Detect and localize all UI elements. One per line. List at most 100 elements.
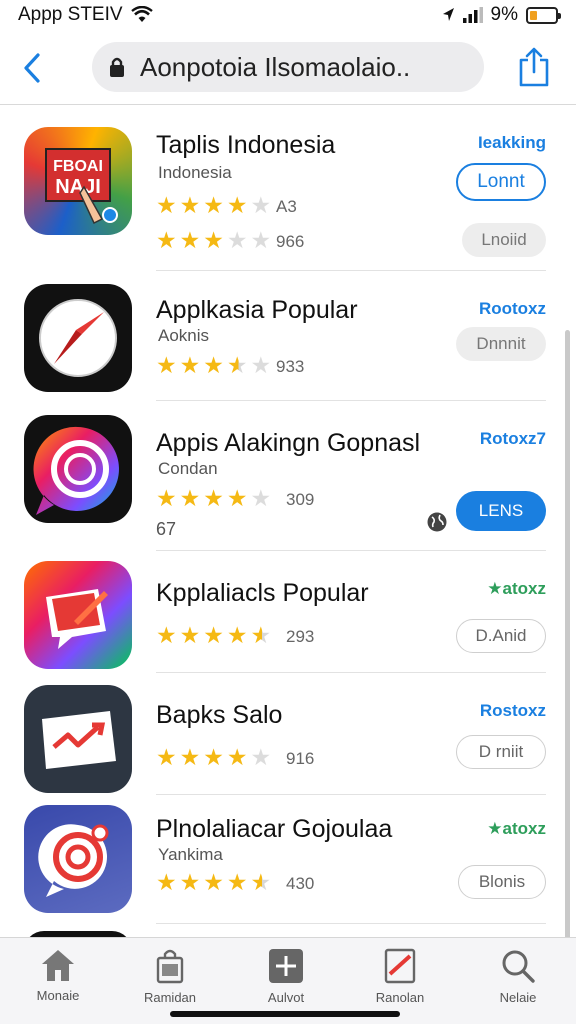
get-button[interactable]: Lonnt	[456, 163, 546, 201]
star-icon: ★	[203, 869, 224, 895]
rank-label: ★atoxz	[487, 579, 546, 598]
tab-label: Nelaie	[499, 990, 537, 1005]
app-subtitle: Indonesia	[158, 163, 232, 182]
tab-add[interactable]: Aulvot	[236, 948, 336, 1005]
star-rating: ★ ★ ★ ★ ★	[156, 487, 271, 510]
star-icon: ★	[156, 744, 177, 770]
divider	[156, 923, 546, 924]
tab-label: Aulvot	[267, 990, 305, 1005]
scrollbar[interactable]	[565, 330, 570, 937]
status-bar: Appp STEIV 9%	[0, 0, 576, 30]
carrier-label: Appp STEIV	[18, 4, 123, 25]
rating-count: 430	[286, 874, 315, 893]
star-icon: ★	[250, 227, 272, 253]
download-button[interactable]: Blonis	[458, 865, 546, 899]
star-icon: ★	[226, 227, 248, 253]
star-icon: ★	[226, 744, 248, 770]
app-icon	[24, 415, 132, 523]
star-icon: ★	[250, 869, 272, 895]
lock-icon	[110, 57, 124, 77]
tab-label: Ranolan	[375, 990, 425, 1005]
download-button[interactable]: D.Anid	[456, 619, 546, 653]
address-field[interactable]: Aonpotoia Ilsomaolaio..	[92, 42, 484, 92]
star-icon: ★	[179, 227, 201, 253]
star-icon: ★	[179, 192, 201, 218]
star-icon: ★	[203, 485, 224, 511]
rank-label: Rootoxz	[478, 299, 546, 318]
app-subtitle: Condan	[158, 459, 218, 478]
signal-icon	[462, 7, 483, 23]
star-icon: ★	[250, 352, 272, 378]
tab-home[interactable]: Monaie	[8, 948, 108, 1003]
star-icon: ★	[203, 227, 224, 253]
app-icon	[24, 685, 132, 793]
load-button[interactable]: Lnoiid	[462, 223, 546, 257]
star-icon: ★	[226, 352, 248, 378]
app-name: Bapks Salo	[156, 701, 283, 729]
home-indicator	[170, 1011, 400, 1017]
star-icon: ★	[250, 744, 272, 770]
download-button[interactable]: D rniit	[456, 735, 546, 769]
bag-icon	[156, 949, 184, 984]
battery-percent: 9%	[490, 4, 518, 25]
app-name: Plnolaliacar Gojoulaa	[156, 815, 393, 843]
star-rating: ★ ★ ★ ★ ★	[156, 229, 271, 252]
star-icon: ★	[179, 485, 201, 511]
navigation-bar: Aonpotoia Ilsomaolaio..	[0, 34, 576, 102]
star-rating: ★ ★ ★ ★ ★	[156, 194, 271, 217]
location-icon	[442, 8, 454, 21]
star-icon: ★	[179, 352, 201, 378]
list-item[interactable]: FBOAI NAJI Taplis Indonesia Indonesia ★ ★…	[0, 105, 576, 271]
svg-text:NAJI: NAJI	[55, 176, 101, 198]
svg-text:FBOAI: FBOAI	[53, 158, 103, 175]
star-icon: ★	[250, 485, 272, 511]
globe-icon	[427, 512, 447, 532]
list-item[interactable]: Plnolaliacar Gojoulaa Yankima ★ ★ ★ ★ ★ 430 …	[0, 795, 576, 927]
home-icon	[42, 950, 74, 981]
star-icon: ★	[203, 622, 224, 648]
app-icon	[24, 561, 132, 669]
address-text: Aonpotoia Ilsomaolaio..	[140, 51, 411, 82]
app-subtitle: Yankima	[158, 845, 223, 864]
star-icon: ★	[226, 869, 248, 895]
app-name: Applkasia Popular	[156, 296, 358, 324]
plus-square-icon	[269, 949, 303, 983]
tab-search[interactable]: Nelaie	[468, 948, 568, 1005]
search-icon	[502, 950, 535, 983]
star-icon: ★	[250, 192, 272, 218]
tab-notes[interactable]: Ranolan	[350, 948, 450, 1005]
rank-label: Ieakking	[477, 133, 546, 152]
share-button[interactable]	[514, 44, 554, 90]
star-rating: ★ ★ ★ ★ ★	[156, 354, 271, 377]
back-button[interactable]	[14, 46, 50, 90]
app-name: Taplis Indonesia	[156, 131, 336, 159]
app-name: Appis Alakingn Gopnasl	[156, 429, 421, 457]
star-rating: ★ ★ ★ ★ ★	[156, 746, 271, 769]
wifi-icon	[130, 6, 153, 22]
open-button[interactable]: LENS	[456, 491, 546, 531]
download-button[interactable]: Dnnnit	[456, 327, 546, 361]
chevron-left-icon	[24, 53, 40, 83]
list-item[interactable]: Kpplaliacls Popular ★ ★ ★ ★ ★ 293 ★atoxz D.A…	[0, 551, 576, 673]
star-icon: ★	[156, 869, 177, 895]
rating-count: 309	[286, 490, 315, 509]
star-icon: ★	[203, 192, 224, 218]
rank-label: Rostoxz	[479, 701, 546, 720]
share-icon	[519, 47, 549, 87]
list-item[interactable]: Bapks Salo ★ ★ ★ ★ ★ 916 Rostoxz D rniit	[0, 673, 576, 795]
list-item[interactable]: Applkasia Popular Aoknis ★ ★ ★ ★ ★ 933 Rooto…	[0, 271, 576, 401]
star-icon: ★	[203, 352, 224, 378]
star-icon: ★	[226, 485, 248, 511]
list-item[interactable]: Appis Alakingn Gopnasl Condan ★ ★ ★ ★ ★ 309 …	[0, 401, 576, 551]
star-rating: ★ ★ ★ ★ ★	[156, 624, 271, 647]
rank-label: ★atoxz	[487, 819, 546, 838]
star-icon: ★	[179, 622, 201, 648]
star-icon: ★	[156, 227, 177, 253]
note-icon	[384, 948, 416, 984]
star-icon: ★	[250, 622, 272, 648]
rating-count: 966	[276, 232, 305, 251]
star-icon: ★	[156, 192, 177, 218]
tab-purchases[interactable]: Ramidan	[120, 948, 220, 1005]
rank-label: Rotoxz7	[479, 429, 546, 448]
star-rating: ★ ★ ★ ★ ★	[156, 871, 271, 894]
